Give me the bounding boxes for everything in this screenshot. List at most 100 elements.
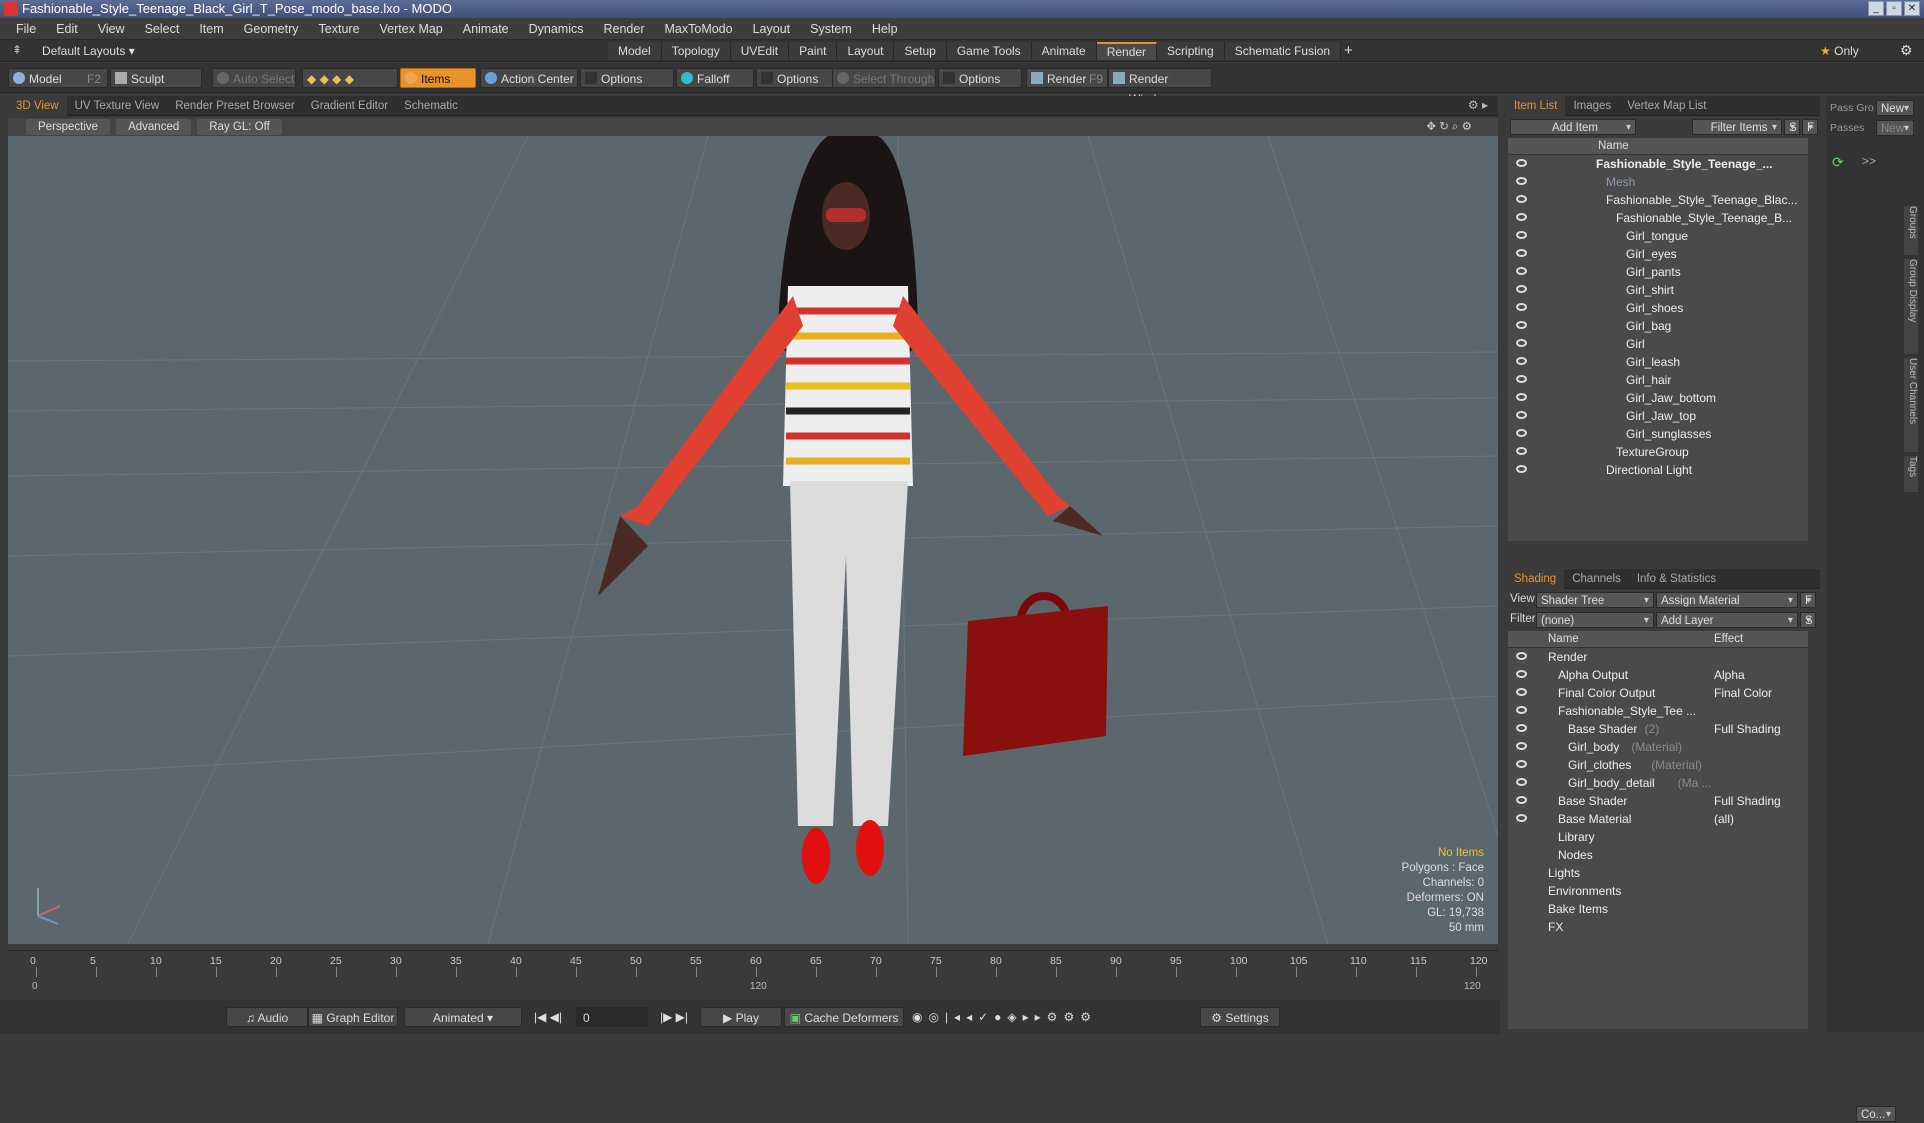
shading-f-button[interactable]: F [1800, 592, 1816, 609]
new-pass-button[interactable]: New [1876, 120, 1914, 137]
visibility-eye-icon[interactable] [1516, 429, 1527, 437]
shader-tree-row[interactable]: Library [1508, 828, 1808, 846]
layout-tab-paint[interactable]: Paint [789, 42, 838, 60]
add-item-dropdown[interactable]: Add Item [1510, 119, 1636, 136]
menu-vertex-map[interactable]: Vertex Map [370, 22, 453, 36]
shader-tree-row[interactable]: Nodes [1508, 846, 1808, 864]
item-panel-tab-item-list[interactable]: Item List [1506, 96, 1566, 116]
shader-tree-row[interactable]: Lights [1508, 864, 1808, 882]
shader-tree-row[interactable]: Final Color Output Final Color [1508, 684, 1808, 702]
visibility-eye-icon[interactable] [1516, 285, 1527, 293]
viewport-tab-schematic[interactable]: Schematic [396, 96, 466, 116]
visibility-eye-icon[interactable] [1516, 231, 1527, 239]
handbag-model[interactable] [963, 592, 1108, 756]
menu-help[interactable]: Help [862, 22, 908, 36]
play-button[interactable]: ▶ Play [700, 1007, 782, 1027]
viewport-tab-gradient-editor[interactable]: Gradient Editor [303, 96, 396, 116]
close-icon[interactable]: ✕ [1904, 1, 1920, 16]
viewport-tab-render-preset-browser[interactable]: Render Preset Browser [167, 96, 303, 116]
options-button-3[interactable]: Options [938, 68, 1022, 88]
3d-viewport[interactable]: No Items Polygons : Face Channels: 0 Def… [8, 136, 1498, 944]
co-dropdown[interactable]: Co... [1856, 1106, 1896, 1123]
visibility-eye-icon[interactable] [1516, 321, 1527, 329]
action-center-button[interactable]: Action Center [480, 68, 578, 88]
item-list-row[interactable]: Fashionable_Style_Teenage_B... [1508, 209, 1808, 227]
layout-tab-model[interactable]: Model [608, 42, 662, 60]
menu-edit[interactable]: Edit [46, 22, 88, 36]
edge-mode-icon[interactable]: ◆ [320, 72, 329, 86]
advanced-dropdown[interactable]: Advanced [116, 119, 192, 135]
visibility-eye-icon[interactable] [1516, 411, 1527, 419]
menu-maxtomodo[interactable]: MaxToModo [655, 22, 743, 36]
visibility-eye-icon[interactable] [1516, 267, 1527, 275]
animated-dropdown[interactable]: Animated ▾ [404, 1007, 522, 1027]
render-window-button[interactable]: Render Window [1108, 68, 1212, 106]
viewport-tab-uv-texture-view[interactable]: UV Texture View [67, 96, 168, 116]
falloff-button[interactable]: Falloff [676, 68, 754, 88]
audio-button[interactable]: ♫ Audio [226, 1007, 308, 1027]
shader-item-effect[interactable]: Final Color [1714, 684, 1772, 702]
model-button[interactable]: Model F2 [8, 68, 108, 88]
expand-icon[interactable]: >> [1862, 154, 1876, 168]
side-tab-groups[interactable]: Groups [1904, 206, 1918, 255]
shader-tree-row[interactable]: Render [1508, 648, 1808, 666]
item-list-row[interactable]: Girl_pants [1508, 263, 1808, 281]
shader-tree-row[interactable]: Bake Items [1508, 900, 1808, 918]
layout-tab-setup[interactable]: Setup [894, 42, 947, 60]
item-list-row[interactable]: Girl [1508, 335, 1808, 353]
shader-tree-row[interactable]: Environments [1508, 882, 1808, 900]
menu-animate[interactable]: Animate [453, 22, 519, 36]
visibility-eye-icon[interactable] [1516, 249, 1527, 257]
layout-tab-layout[interactable]: Layout [837, 42, 895, 60]
visibility-eye-icon[interactable] [1516, 339, 1527, 347]
settings-button[interactable]: ⚙ Settings [1200, 1007, 1280, 1027]
menu-texture[interactable]: Texture [309, 22, 370, 36]
visibility-eye-icon[interactable] [1516, 670, 1527, 678]
f-button[interactable]: F [1802, 119, 1818, 136]
visibility-eye-icon[interactable] [1516, 213, 1527, 221]
item-list-row[interactable]: Fashionable_Style_Teenage_Blac... [1508, 191, 1808, 209]
shader-tree-row[interactable]: Girl_clothes (Material) [1508, 756, 1808, 774]
shader-tree-row[interactable]: Girl_body (Material) [1508, 738, 1808, 756]
menu-select[interactable]: Select [135, 22, 190, 36]
timeline[interactable]: 0 5 10 15 20 25 30 35 40 45 50 55 60 65 70 75 80 85 90 95 10… [8, 950, 1498, 994]
visibility-eye-icon[interactable] [1516, 303, 1527, 311]
item-list-row[interactable]: Girl_sunglasses [1508, 425, 1808, 443]
item-list-row[interactable]: Fashionable_Style_Teenage_... [1508, 155, 1808, 173]
shader-item-effect[interactable]: (all) [1714, 810, 1734, 828]
cache-deformers-button[interactable]: ▣ Cache Deformers [784, 1007, 904, 1027]
visibility-eye-icon[interactable] [1516, 778, 1527, 786]
gear-icon[interactable]: ⚙ [1900, 42, 1913, 59]
shading-tab-shading[interactable]: Shading [1506, 569, 1565, 589]
material-mode-icon[interactable]: ◆ [345, 72, 354, 86]
menu-dynamics[interactable]: Dynamics [519, 22, 594, 36]
visibility-eye-icon[interactable] [1516, 375, 1527, 383]
shader-item-effect[interactable]: Alpha [1714, 666, 1745, 684]
layout-tab-schematic-fusion[interactable]: Schematic Fusion [1224, 42, 1342, 60]
visibility-eye-icon[interactable] [1516, 688, 1527, 696]
key-tools-icons[interactable]: ◉◎|◂◂✓●◈▸▸⚙⚙⚙ [912, 1007, 1202, 1027]
menu-render[interactable]: Render [594, 22, 655, 36]
view-dropdown[interactable]: Shader Tree [1536, 592, 1654, 609]
side-tab-user-channels[interactable]: User Channels [1904, 357, 1918, 452]
skip-forward-icons[interactable]: |▶ ▶| [652, 1007, 696, 1027]
viewport-panel-gear-icon[interactable]: ⚙ ▸ [1468, 98, 1488, 112]
refresh-icon[interactable]: ⟳ [1832, 154, 1844, 171]
shader-tree-row[interactable]: FX [1508, 918, 1808, 936]
shader-tree-row[interactable]: Base Material (all) [1508, 810, 1808, 828]
visibility-eye-icon[interactable] [1516, 796, 1527, 804]
visibility-eye-icon[interactable] [1516, 393, 1527, 401]
add-tab-icon[interactable]: + [1344, 42, 1353, 59]
visibility-eye-icon[interactable] [1516, 465, 1527, 473]
visibility-eye-icon[interactable] [1516, 447, 1527, 455]
menu-file[interactable]: File [6, 22, 46, 36]
graph-editor-button[interactable]: ▦ Graph Editor [308, 1007, 398, 1027]
visibility-eye-icon[interactable] [1516, 724, 1527, 732]
skip-back-icons[interactable]: |◀ ◀| [526, 1007, 570, 1027]
visibility-eye-icon[interactable] [1516, 742, 1527, 750]
item-list-row[interactable]: Girl_shirt [1508, 281, 1808, 299]
character-model[interactable] [598, 136, 1103, 884]
raygl-dropdown[interactable]: Ray GL: Off [197, 119, 282, 135]
render-button[interactable]: Render F9 [1026, 68, 1108, 88]
layout-tab-animate[interactable]: Animate [1031, 42, 1097, 60]
